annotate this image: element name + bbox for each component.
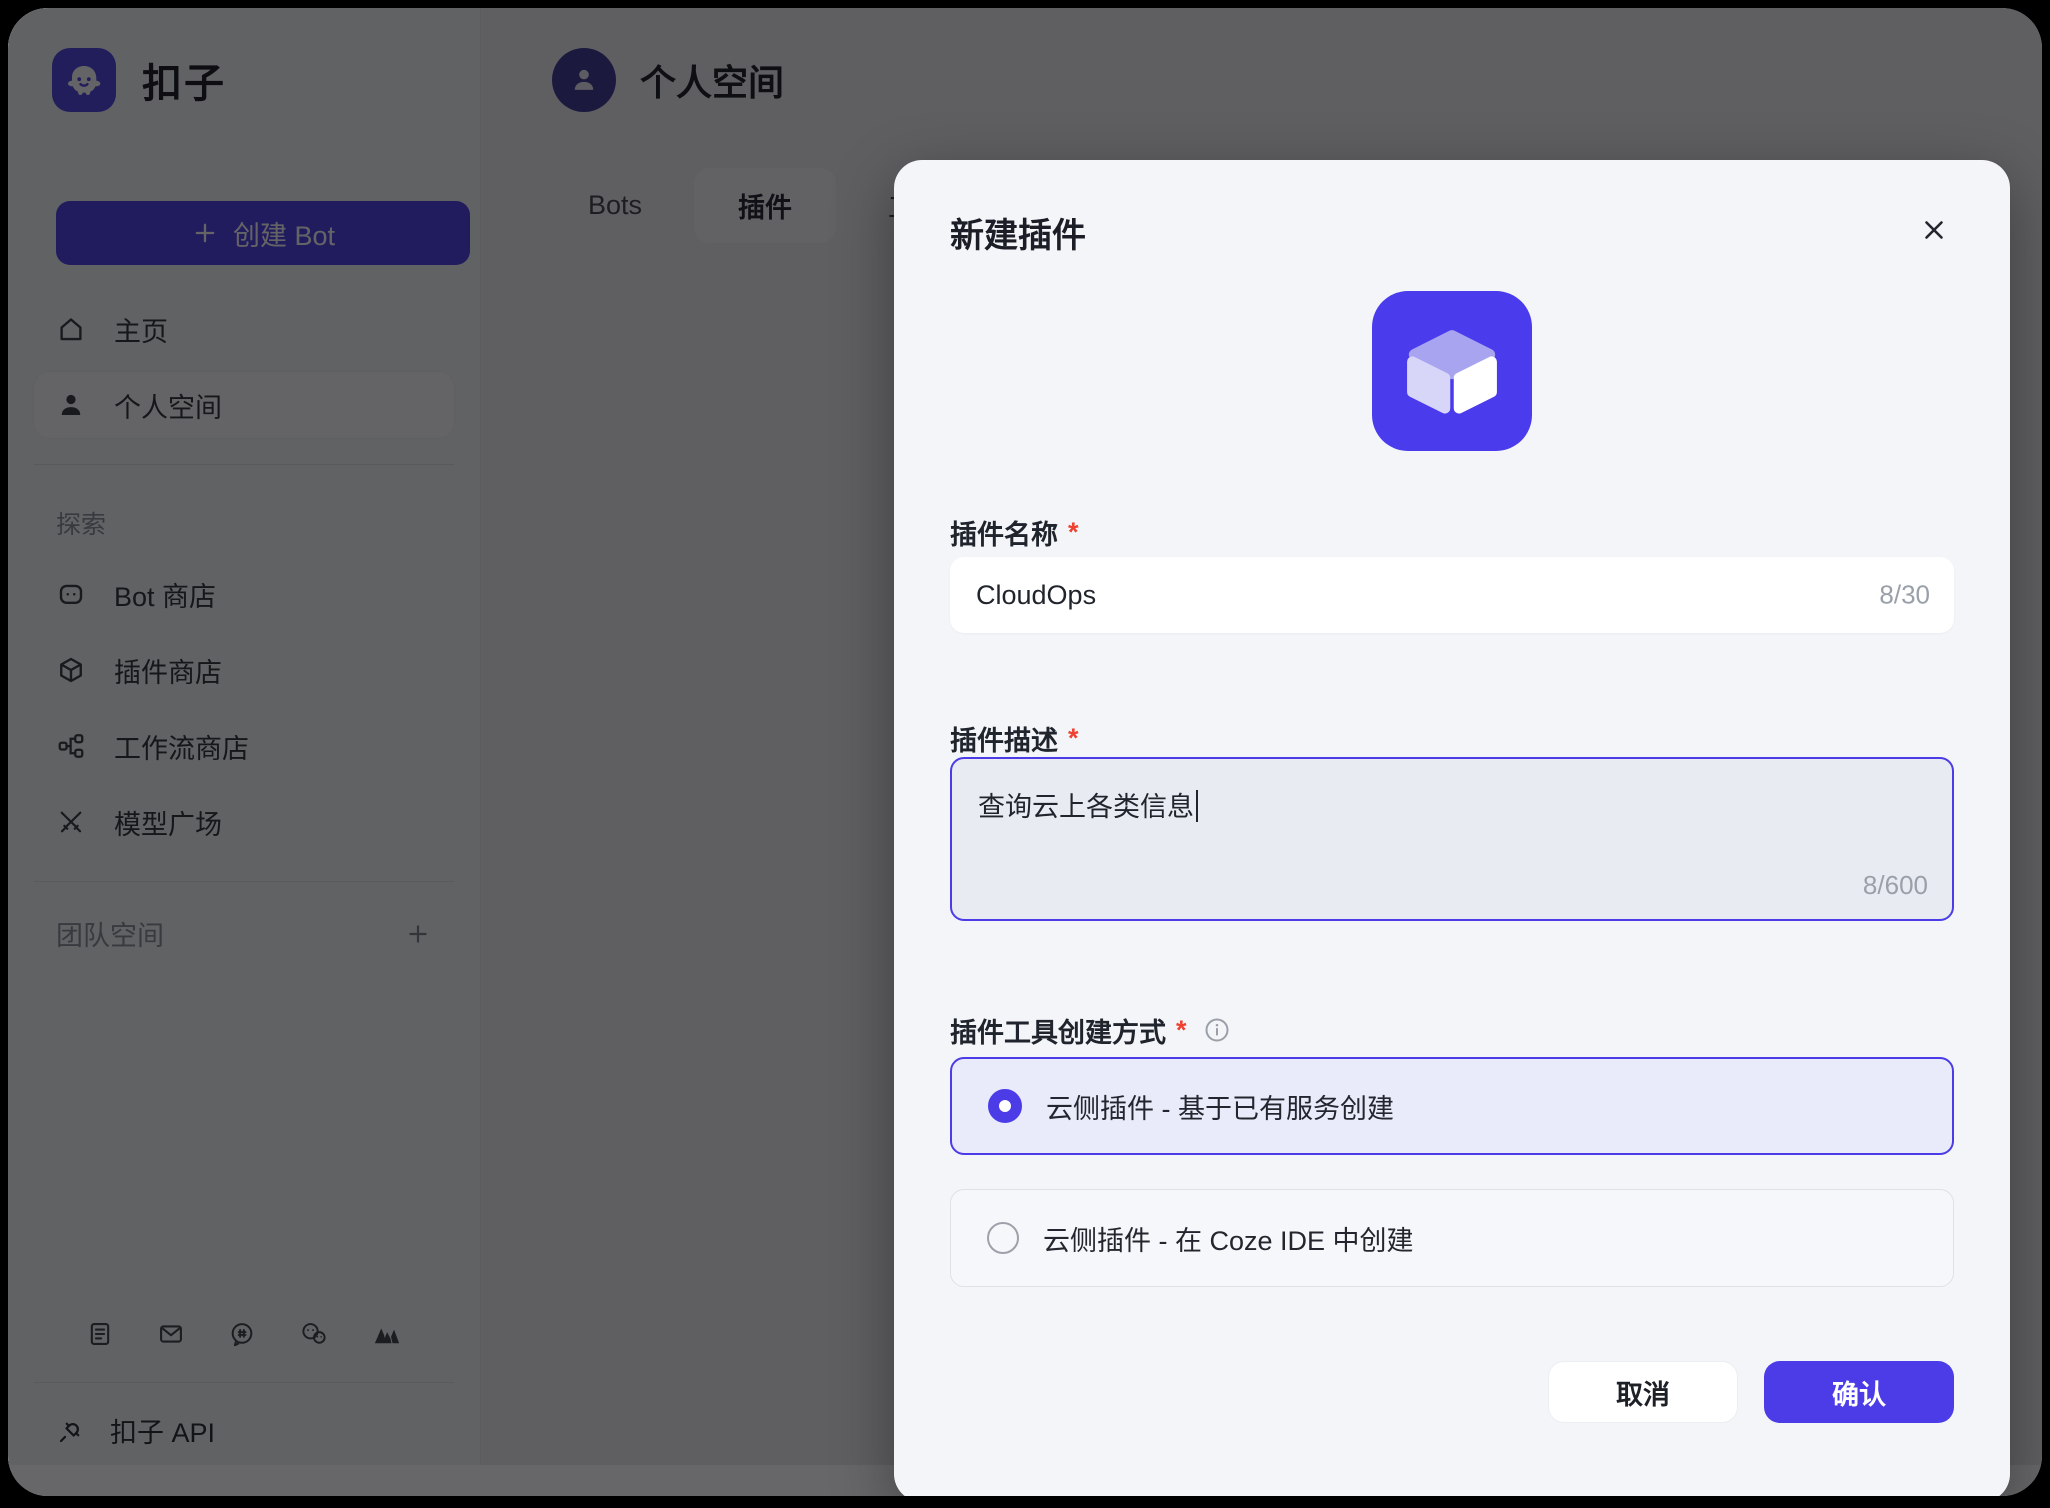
modal-title: 新建插件 xyxy=(950,217,1086,255)
app-window: 扣子 创建 Bot 主页 xyxy=(8,8,2042,1496)
close-icon[interactable] xyxy=(1914,210,1954,250)
description-text: 查询云上各类信息 xyxy=(978,792,1194,822)
plugin-description-textarea[interactable]: 查询云上各类信息 8/600 xyxy=(950,757,1954,921)
required-asterisk: * xyxy=(1176,1014,1187,1045)
description-field-label: 插件描述 * xyxy=(950,721,1954,756)
plugin-cube-icon[interactable] xyxy=(1372,291,1532,451)
label-text: 插件工具创建方式 xyxy=(950,1017,1166,1048)
option-cloud-coze-ide[interactable]: 云侧插件 - 在 Coze IDE 中创建 xyxy=(950,1189,1954,1287)
option-cloud-existing-service[interactable]: 云侧插件 - 基于已有服务创建 xyxy=(950,1057,1954,1155)
cancel-button[interactable]: 取消 xyxy=(1548,1361,1738,1423)
required-asterisk: * xyxy=(1068,516,1079,547)
radio-unselected-icon[interactable] xyxy=(987,1222,1019,1254)
required-asterisk: * xyxy=(1068,722,1079,753)
label-text: 插件名称 xyxy=(950,519,1058,550)
info-icon[interactable] xyxy=(1203,1016,1231,1044)
text-caret xyxy=(1196,790,1198,822)
new-plugin-modal: 新建插件 插件名称 * 8/30 xyxy=(894,160,2010,1496)
app-screen: 扣子 创建 Bot 主页 xyxy=(0,0,2050,1508)
radio-selected-icon[interactable] xyxy=(988,1089,1022,1123)
option-label: 云侧插件 - 在 Coze IDE 中创建 xyxy=(1043,1225,1414,1256)
name-field-label: 插件名称 * xyxy=(950,515,1954,550)
plugin-name-input[interactable] xyxy=(950,557,1954,633)
method-field-label: 插件工具创建方式 * xyxy=(950,1013,1954,1048)
label-text: 插件描述 xyxy=(950,725,1058,756)
description-char-counter: 8/600 xyxy=(1862,870,1928,900)
option-label: 云侧插件 - 基于已有服务创建 xyxy=(1046,1093,1394,1124)
name-char-counter: 8/30 xyxy=(1879,579,1930,610)
confirm-button[interactable]: 确认 xyxy=(1764,1361,1954,1423)
